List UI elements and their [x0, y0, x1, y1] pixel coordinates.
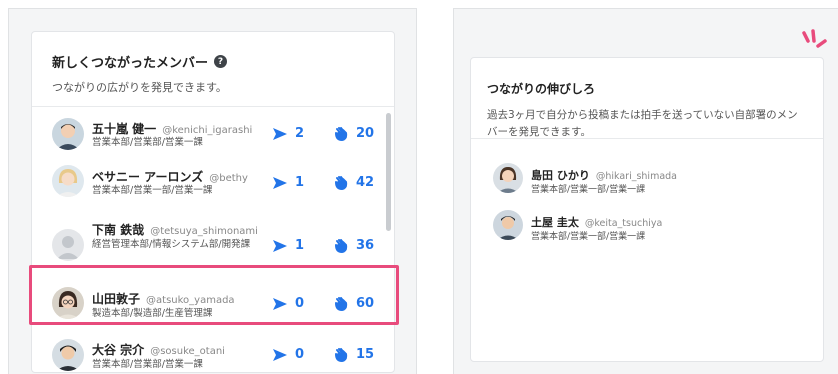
card-header: 新しくつながったメンバー ? つながりの広がりを発見できます。: [32, 32, 394, 107]
member-name[interactable]: 五十嵐 健一: [92, 122, 156, 136]
claps-stat: 36: [334, 238, 374, 253]
scrollbar[interactable]: [386, 113, 391, 231]
posts-count: 1: [295, 238, 305, 253]
posts-stat: 0: [273, 347, 304, 362]
send-icon: [273, 348, 287, 361]
send-icon: [273, 127, 287, 140]
clap-icon: [334, 126, 348, 141]
send-icon: [273, 239, 287, 252]
avatar[interactable]: [493, 163, 523, 193]
member-name[interactable]: 大谷 宗介: [92, 343, 144, 357]
avatar[interactable]: [493, 210, 523, 240]
card-subtitle: 過去3ヶ月で自分から投稿または拍手を送っていない自部署のメンバーを発見できます。: [487, 109, 798, 138]
member-dept: 営業本部/営業部/営業一課: [92, 137, 203, 148]
posts-count: 1: [295, 175, 305, 190]
member-dept: 営業本部/営業一部/営業一課: [92, 185, 213, 196]
member-name[interactable]: ベサニー アーロンズ: [92, 170, 203, 184]
posts-stat: 2: [273, 126, 304, 141]
clap-icon: [334, 238, 348, 253]
list-item[interactable]: 五十嵐 健一 @kenichi_igarashi 営業本部/営業部/営業一課 2 …: [32, 107, 388, 155]
list-item[interactable]: ベサニー アーロンズ @bethy 営業本部/営業一部/営業一課 1 42: [32, 155, 388, 205]
claps-count: 36: [356, 238, 375, 253]
card-header: つながりの伸びしろ 過去3ヶ月で自分から投稿または拍手を送っていない自部署のメン…: [471, 58, 823, 141]
send-icon: [273, 176, 287, 189]
member-handle: @hikari_shimada: [595, 171, 677, 182]
member-handle: @tetsuya_shimonami: [150, 226, 258, 237]
member-list[interactable]: 五十嵐 健一 @kenichi_igarashi 営業本部/営業部/営業一課 2 …: [32, 107, 394, 372]
posts-count: 0: [295, 347, 305, 362]
member-name[interactable]: 島田 ひかり: [531, 169, 590, 182]
member-dept: 経営管理本部/情報システム部/開発課: [92, 239, 251, 250]
member-dept: 営業本部/営業一部/営業一課: [531, 185, 646, 195]
posts-stat: 1: [273, 238, 304, 253]
member-handle: @keita_tsuchiya: [584, 218, 663, 229]
help-icon[interactable]: ?: [214, 55, 228, 68]
highlight-box: [29, 265, 399, 325]
divider: [471, 138, 823, 139]
card-title: つながりの伸びしろ: [487, 82, 596, 96]
claps-count: 42: [356, 175, 375, 190]
avatar[interactable]: [52, 118, 84, 150]
posts-count: 2: [295, 126, 305, 141]
right-panel: つながりの伸びしろ 過去3ヶ月で自分から投稿または拍手を送っていない自部署のメン…: [453, 8, 838, 374]
claps-stat: 20: [334, 126, 374, 141]
clap-icon: [334, 347, 348, 362]
member-dept: 営業本部/営業部/営業一課: [92, 359, 203, 370]
member-name[interactable]: 土屋 圭太: [531, 216, 579, 229]
claps-count: 20: [356, 126, 375, 141]
sparkle-icon: [798, 29, 828, 57]
posts-stat: 1: [273, 175, 304, 190]
avatar[interactable]: [52, 339, 84, 371]
card-subtitle: つながりの広がりを発見できます。: [52, 81, 227, 94]
claps-stat: 15: [334, 347, 374, 362]
card-title: 新しくつながったメンバー: [52, 56, 209, 71]
avatar[interactable]: [52, 165, 84, 197]
claps-stat: 42: [334, 175, 374, 190]
avatar[interactable]: [52, 229, 84, 261]
claps-count: 15: [356, 347, 375, 362]
growth-potential-card: つながりの伸びしろ 過去3ヶ月で自分から投稿または拍手を送っていない自部署のメン…: [470, 57, 824, 362]
member-dept: 営業本部/営業一部/営業一課: [531, 232, 646, 242]
list-item[interactable]: 大谷 宗介 @sosuke_otani 営業本部/営業部/営業一課 0 15: [32, 331, 388, 372]
list-item[interactable]: 下南 鉄哉 @tetsuya_shimonami 経営管理本部/情報システム部/開…: [32, 205, 388, 273]
clap-icon: [334, 175, 348, 190]
member-handle: @sosuke_otani: [150, 346, 225, 357]
member-name[interactable]: 下南 鉄哉: [92, 223, 144, 237]
